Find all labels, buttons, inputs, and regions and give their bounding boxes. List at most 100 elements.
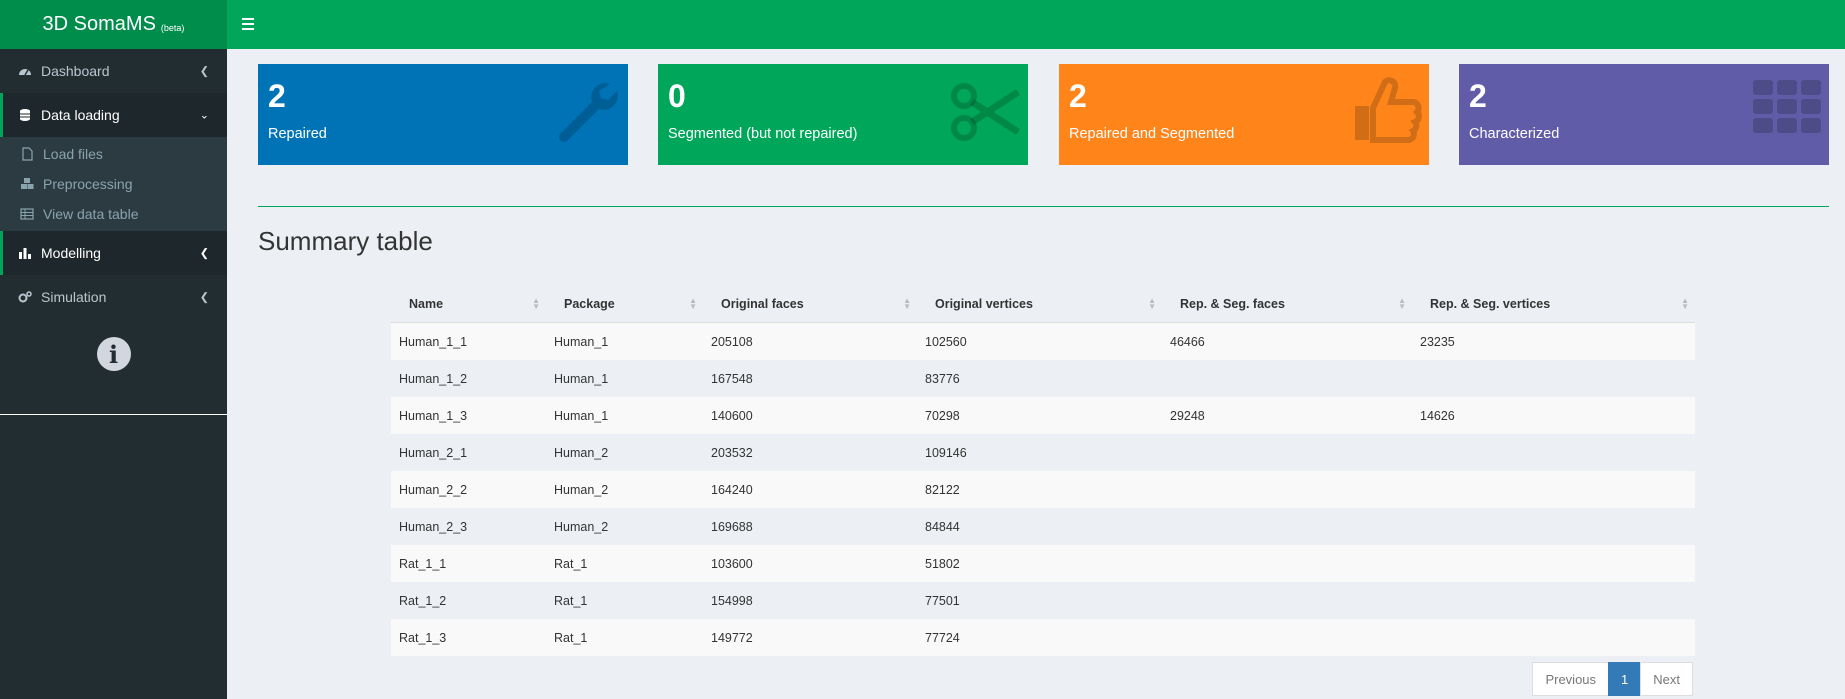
table-cell: 205108 bbox=[703, 322, 917, 360]
pagination: Previous 1 Next bbox=[1532, 662, 1693, 696]
table-body: Human_1_1 Human_1 205108 102560 46466 23235 Hu… bbox=[391, 322, 1695, 656]
current-page-button[interactable]: 1 bbox=[1608, 662, 1642, 696]
column-header-original-vertices[interactable]: Original vertices ▲ ▼ bbox=[917, 285, 1162, 323]
sort-icon: ▲ ▼ bbox=[689, 295, 697, 311]
table-cell bbox=[1162, 434, 1412, 471]
data-loading-submenu: Load files Preprocessing View data table bbox=[0, 137, 227, 231]
sidebar: Dashboard ❮ Data loading ⌄ Load files Pr… bbox=[0, 49, 227, 699]
sidebar-toggle-icon[interactable] bbox=[242, 14, 258, 34]
bar-chart-icon bbox=[19, 248, 31, 259]
table-cell bbox=[1412, 471, 1695, 508]
previous-page-button[interactable]: Previous bbox=[1532, 662, 1610, 696]
chevron-down-icon: ⌄ bbox=[199, 109, 209, 122]
sidebar-subitem-view-data-table[interactable]: View data table bbox=[0, 199, 227, 229]
table-cell: Rat_1_3 bbox=[391, 619, 546, 656]
table-cell bbox=[1412, 545, 1695, 582]
table-cell: 109146 bbox=[917, 434, 1162, 471]
sidebar-item-label: Dashboard bbox=[41, 63, 110, 79]
table-row[interactable]: Human_2_3 Human_2 169688 84844 bbox=[391, 508, 1695, 545]
sidebar-item-data-loading[interactable]: Data loading ⌄ bbox=[0, 93, 227, 137]
section-divider bbox=[258, 206, 1829, 207]
table-cell bbox=[1412, 434, 1695, 471]
column-header-package[interactable]: Package ▲ ▼ bbox=[546, 285, 703, 323]
sidebar-subitem-label: Preprocessing bbox=[43, 176, 133, 192]
table-cell: Rat_1_2 bbox=[391, 582, 546, 619]
table-cell: 82122 bbox=[917, 471, 1162, 508]
info-box-segmented: 0 Segmented (but not repaired) bbox=[658, 64, 1028, 165]
table-cell bbox=[1162, 582, 1412, 619]
sort-icon: ▲ ▼ bbox=[532, 295, 540, 311]
table-cell: 102560 bbox=[917, 322, 1162, 360]
sidebar-subitem-label: View data table bbox=[43, 206, 139, 222]
table-cell: 83776 bbox=[917, 360, 1162, 397]
table-row[interactable]: Rat_1_2 Rat_1 154998 77501 bbox=[391, 582, 1695, 619]
wrench-icon bbox=[559, 83, 618, 142]
table-cell bbox=[1162, 619, 1412, 656]
table-row[interactable]: Rat_1_1 Rat_1 103600 51802 bbox=[391, 545, 1695, 582]
table-cell: 203532 bbox=[703, 434, 917, 471]
sidebar-item-modelling[interactable]: Modelling ❮ bbox=[0, 231, 227, 275]
sidebar-divider bbox=[0, 414, 227, 415]
sidebar-item-simulation[interactable]: Simulation ❮ bbox=[0, 275, 227, 319]
info-box-label: Segmented (but not repaired) bbox=[668, 126, 858, 142]
table-cell: 164240 bbox=[703, 471, 917, 508]
database-icon bbox=[20, 109, 30, 121]
table-cell: Human_2_3 bbox=[391, 508, 546, 545]
info-box-value: 2 bbox=[1069, 78, 1087, 114]
info-box-value: 2 bbox=[1469, 78, 1487, 114]
table-cell: 70298 bbox=[917, 397, 1162, 434]
summary-table-title: Summary table bbox=[258, 226, 433, 256]
table-row[interactable]: Human_1_3 Human_1 140600 70298 29248 14626 bbox=[391, 397, 1695, 434]
sidebar-item-label: Data loading bbox=[41, 107, 120, 123]
table-cell bbox=[1412, 582, 1695, 619]
table-cell bbox=[1162, 508, 1412, 545]
table-cell: Human_1 bbox=[546, 360, 703, 397]
sort-icon: ▲ ▼ bbox=[903, 295, 911, 311]
table-row[interactable]: Human_2_2 Human_2 164240 82122 bbox=[391, 471, 1695, 508]
table-cell: Human_1 bbox=[546, 397, 703, 434]
table-cell bbox=[1412, 619, 1695, 656]
grid-icon bbox=[1753, 80, 1821, 133]
table-cell: 51802 bbox=[917, 545, 1162, 582]
info-box-label: Repaired bbox=[268, 126, 327, 142]
table-cell: 14626 bbox=[1412, 397, 1695, 434]
table-cell: Human_2_2 bbox=[391, 471, 546, 508]
table-cell: Rat_1 bbox=[546, 582, 703, 619]
column-header-name[interactable]: Name ▲ ▼ bbox=[391, 285, 546, 323]
table-row[interactable]: Human_1_2 Human_1 167548 83776 bbox=[391, 360, 1695, 397]
table-row[interactable]: Rat_1_3 Rat_1 149772 77724 bbox=[391, 619, 1695, 656]
table-cell bbox=[1162, 471, 1412, 508]
main-content: 2 Repaired 0 Segmented (but not repaired… bbox=[227, 49, 1845, 699]
table-cell: 154998 bbox=[703, 582, 917, 619]
table-icon bbox=[20, 208, 34, 220]
table-cell bbox=[1162, 360, 1412, 397]
chevron-left-icon: ❮ bbox=[199, 291, 209, 304]
table-row[interactable]: Human_2_1 Human_2 203532 109146 bbox=[391, 434, 1695, 471]
next-page-button[interactable]: Next bbox=[1640, 662, 1693, 696]
sidebar-item-dashboard[interactable]: Dashboard ❮ bbox=[0, 49, 227, 93]
chevron-left-icon: ❮ bbox=[199, 65, 209, 78]
column-header-rep-seg-faces[interactable]: Rep. & Seg. faces ▲ ▼ bbox=[1162, 285, 1412, 323]
info-box-repaired-segmented: 2 Repaired and Segmented bbox=[1059, 64, 1429, 165]
column-header-original-faces[interactable]: Original faces ▲ ▼ bbox=[703, 285, 917, 323]
sidebar-subitem-label: Load files bbox=[43, 146, 103, 162]
thumbs-up-icon bbox=[1355, 77, 1422, 143]
info-box-value: 0 bbox=[668, 78, 686, 114]
table-cell: 77501 bbox=[917, 582, 1162, 619]
sidebar-subitem-load-files[interactable]: Load files bbox=[0, 139, 227, 169]
sort-icon: ▲ ▼ bbox=[1681, 295, 1689, 311]
info-icon[interactable]: i bbox=[96, 337, 131, 371]
column-header-rep-seg-vertices[interactable]: Rep. & Seg. vertices ▲ ▼ bbox=[1412, 285, 1695, 323]
table-cell bbox=[1412, 360, 1695, 397]
sidebar-subitem-preprocessing[interactable]: Preprocessing bbox=[0, 169, 227, 199]
table-cell bbox=[1412, 508, 1695, 545]
info-box-characterized: 2 Characterized bbox=[1459, 64, 1829, 165]
app-logo[interactable]: 3D SomaMS (beta) bbox=[0, 0, 227, 49]
table-cell: Human_2_1 bbox=[391, 434, 546, 471]
table-cell: 103600 bbox=[703, 545, 917, 582]
info-box-value: 2 bbox=[268, 78, 286, 114]
sort-icon: ▲ ▼ bbox=[1398, 295, 1406, 311]
table-cell: 167548 bbox=[703, 360, 917, 397]
top-navbar bbox=[227, 0, 1845, 49]
table-row[interactable]: Human_1_1 Human_1 205108 102560 46466 23235 bbox=[391, 322, 1695, 360]
